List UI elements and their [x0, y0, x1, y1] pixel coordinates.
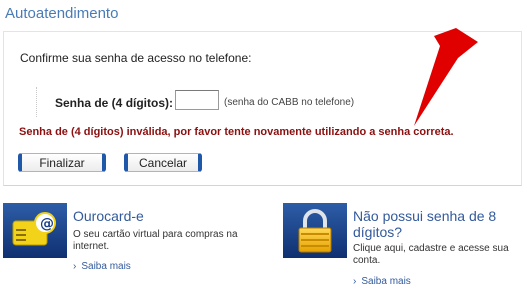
- promo-link-label: Saiba mais: [81, 261, 131, 272]
- promo-title[interactable]: Ourocard-e: [73, 208, 144, 224]
- error-message: Senha de (4 dígitos) inválida, por favor…: [19, 126, 454, 138]
- password-row: Senha de (4 dígitos): (senha do CABB no …: [36, 87, 377, 117]
- chevron-right-icon: ›: [353, 276, 357, 287]
- chevron-right-icon: ›: [73, 261, 77, 272]
- password-hint: (senha do CABB no telefone): [224, 97, 355, 108]
- promo-title[interactable]: Não possui senha de 8 dígitos?: [353, 208, 525, 240]
- ourocard-email-icon[interactable]: @: [3, 203, 67, 258]
- page-title: Autoatendimento: [5, 5, 119, 22]
- annotation-arrow-icon: [414, 28, 478, 126]
- promo-senha: Não possui senha de 8 dígitos? Clique aq…: [283, 203, 527, 293]
- promo-saiba-mais-link[interactable]: › Saiba mais: [73, 261, 131, 272]
- password-label: Senha de (4 dígitos):: [55, 96, 174, 110]
- cancel-button[interactable]: Cancelar: [124, 153, 202, 172]
- prompt-text: Confirme sua senha de acesso no telefone…: [20, 51, 252, 65]
- padlock-icon[interactable]: [283, 203, 347, 258]
- promo-description: O seu cartão virtual para compras na int…: [73, 229, 238, 252]
- promo-saiba-mais-link[interactable]: › Saiba mais: [353, 276, 411, 287]
- promo-ourocard: @ Ourocard-e O seu cartão virtual para c…: [3, 203, 263, 283]
- password-input[interactable]: [175, 90, 219, 110]
- finalize-button[interactable]: Finalizar: [18, 153, 106, 172]
- svg-text:@: @: [40, 216, 54, 232]
- promo-link-label: Saiba mais: [361, 276, 411, 287]
- promo-description: Clique aqui, cadastre e acesse sua conta…: [353, 243, 509, 266]
